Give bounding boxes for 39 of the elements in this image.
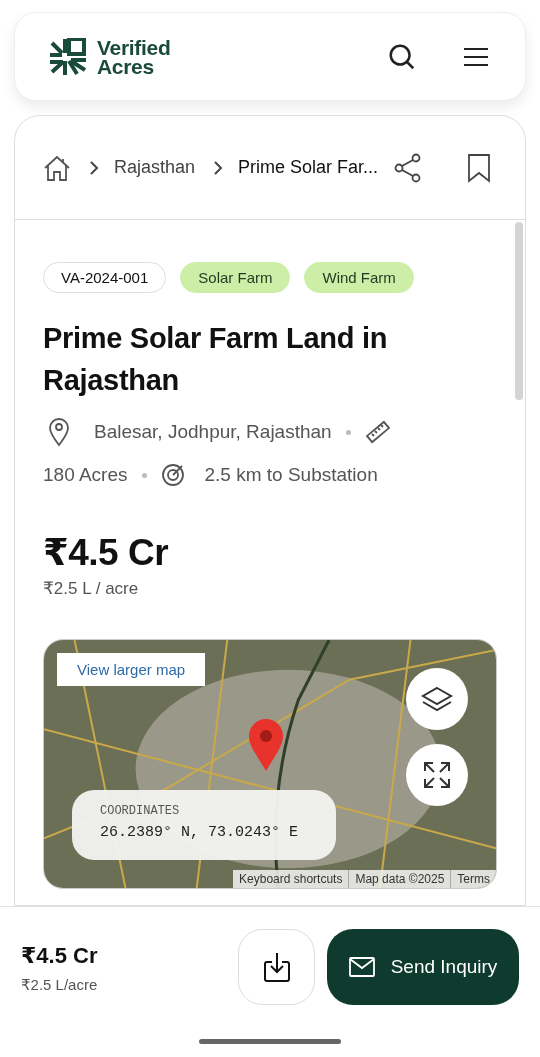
map-attribution-link[interactable]: Keyboard shortcuts bbox=[233, 870, 349, 888]
menu-icon bbox=[463, 45, 489, 68]
scrollbar[interactable] bbox=[515, 222, 523, 400]
area-text: 180 Acres bbox=[43, 464, 128, 486]
logo-text: Acres bbox=[97, 56, 154, 76]
target-icon bbox=[160, 463, 185, 487]
price-per-acre: ₹2.5 L / acre bbox=[43, 578, 140, 599]
tag: VA-2024-001 bbox=[43, 262, 167, 293]
send-inquiry-button[interactable]: Send Inquiry bbox=[327, 929, 519, 1005]
map-attribution-link[interactable]: Map data ©2025 bbox=[348, 870, 451, 888]
substation-distance: 2.5 km to Substation bbox=[204, 464, 378, 486]
price: ₹4.5 Cr bbox=[21, 943, 99, 969]
bookmark-icon[interactable] bbox=[467, 152, 491, 183]
envelope-icon bbox=[348, 957, 375, 977]
logo-text: Verified bbox=[97, 37, 171, 57]
coordinates-value: 26.2389° N, 73.0243° E bbox=[100, 824, 300, 841]
breadcrumb-link[interactable]: Rajasthan bbox=[114, 157, 196, 178]
map-pin-icon bbox=[248, 718, 284, 772]
price-per-acre: ₹2.5 L/acre bbox=[21, 976, 99, 994]
chevron-icon bbox=[89, 159, 99, 176]
location-pin-icon bbox=[48, 417, 70, 447]
map-attribution-link[interactable]: Terms bbox=[450, 870, 496, 888]
price: ₹4.5 Cr bbox=[43, 531, 170, 574]
breadcrumb-current: Prime Solar Far... bbox=[238, 157, 379, 178]
chevron-icon bbox=[213, 159, 224, 176]
home-icon[interactable] bbox=[43, 154, 71, 181]
tag: Wind Farm bbox=[304, 262, 414, 293]
view-larger-map-link[interactable]: View larger map bbox=[57, 653, 206, 686]
listing-title: Prime Solar Farm Land in Rajasthan bbox=[43, 321, 389, 398]
expand-icon bbox=[423, 761, 451, 789]
download-icon bbox=[262, 951, 291, 983]
coordinates-label: COORDINATES bbox=[100, 804, 181, 818]
layers-icon bbox=[421, 685, 453, 713]
location-text: Balesar, Jodhpur, Rajasthan bbox=[94, 421, 332, 443]
share-icon[interactable] bbox=[394, 152, 423, 183]
tag: Solar Farm bbox=[180, 262, 291, 293]
ruler-icon bbox=[364, 419, 391, 445]
download-button[interactable] bbox=[238, 929, 315, 1005]
logo-icon bbox=[49, 37, 87, 76]
